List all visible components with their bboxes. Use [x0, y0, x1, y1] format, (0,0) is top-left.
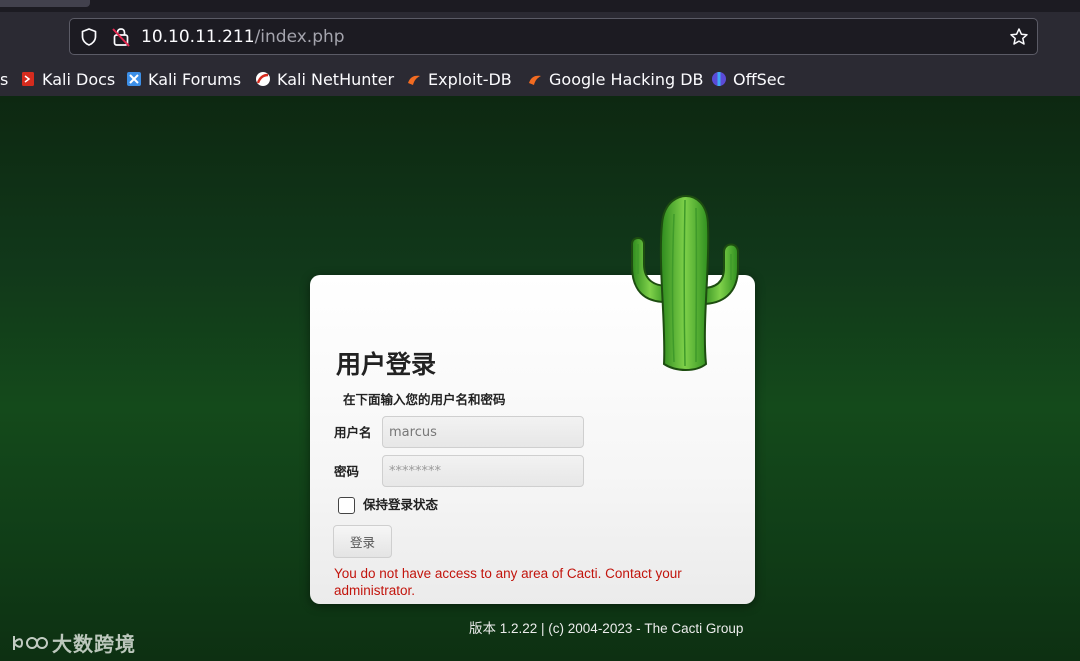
- insecure-lock-icon[interactable]: [111, 26, 131, 48]
- cacti-logo-icon: [631, 194, 739, 371]
- bookmark-partial-label: s: [0, 69, 9, 89]
- url-host: 10.10.11.211: [141, 27, 255, 47]
- watermark-text: 大数跨境: [52, 632, 136, 656]
- navigation-toolbar: 10.10.11.211/index.php: [0, 12, 1080, 62]
- google-hacking-db-icon: [529, 75, 541, 85]
- password-input[interactable]: [382, 455, 584, 487]
- login-button[interactable]: 登录: [333, 525, 392, 558]
- version-footer: 版本 1.2.22 | (c) 2004-2023 - The Cacti Gr…: [469, 621, 744, 636]
- bookmark-google-hacking-db[interactable]: Google Hacking DB: [527, 68, 704, 90]
- bookmark-kali-docs[interactable]: Kali Docs: [20, 68, 115, 90]
- bookmark-label: Google Hacking DB: [549, 69, 704, 89]
- bookmark-label: Kali Forums: [148, 69, 242, 89]
- remember-me-checkbox[interactable]: [338, 497, 355, 514]
- login-subtitle: 在下面输入您的用户名和密码: [343, 392, 506, 407]
- offsec-icon: [712, 72, 726, 86]
- bookmark-label: Kali NetHunter: [277, 69, 395, 89]
- remember-me-label[interactable]: 保持登录状态: [363, 497, 438, 513]
- exploit-db-icon: [408, 75, 420, 85]
- bookmark-star-icon[interactable]: [1009, 27, 1029, 47]
- bookmark-exploit-db[interactable]: Exploit-DB: [406, 68, 512, 90]
- password-label: 密码: [334, 464, 360, 479]
- kali-forums-icon: [127, 72, 141, 86]
- bookmark-kali-nethunter[interactable]: Kali NetHunter: [255, 68, 394, 90]
- tab-strip: [0, 0, 1080, 12]
- bookmark-label: OffSec: [733, 69, 786, 89]
- tab-stub[interactable]: [0, 0, 90, 7]
- watermark-logo-icon: [13, 635, 48, 650]
- kali-docs-icon: [22, 72, 34, 86]
- username-label: 用户名: [334, 425, 372, 440]
- url-text[interactable]: 10.10.11.211/index.php: [141, 27, 345, 47]
- bookmark-label: Kali Docs: [42, 69, 116, 89]
- watermark: 大数跨境: [10, 628, 136, 657]
- page-content: 用户登录 在下面输入您的用户名和密码 用户名 密码 保持登录状态 登录 You …: [0, 96, 1080, 661]
- kali-nethunter-icon: [256, 72, 270, 86]
- bookmark-label: Exploit-DB: [428, 69, 512, 89]
- bookmark-kali-forums[interactable]: Kali Forums: [126, 68, 241, 90]
- error-message: You do not have access to any area of Ca…: [334, 566, 682, 598]
- url-path: /index.php: [254, 27, 345, 47]
- bookmark-offsec[interactable]: OffSec: [711, 68, 785, 90]
- username-input[interactable]: [382, 416, 584, 448]
- bookmarks-toolbar: s Kali Docs Kali Forums Kali NetHunter E…: [0, 62, 1080, 96]
- shield-icon[interactable]: [79, 27, 99, 47]
- login-title: 用户登录: [336, 350, 437, 379]
- bookmark-partial[interactable]: s: [0, 68, 8, 90]
- url-bar[interactable]: 10.10.11.211/index.php: [69, 18, 1038, 55]
